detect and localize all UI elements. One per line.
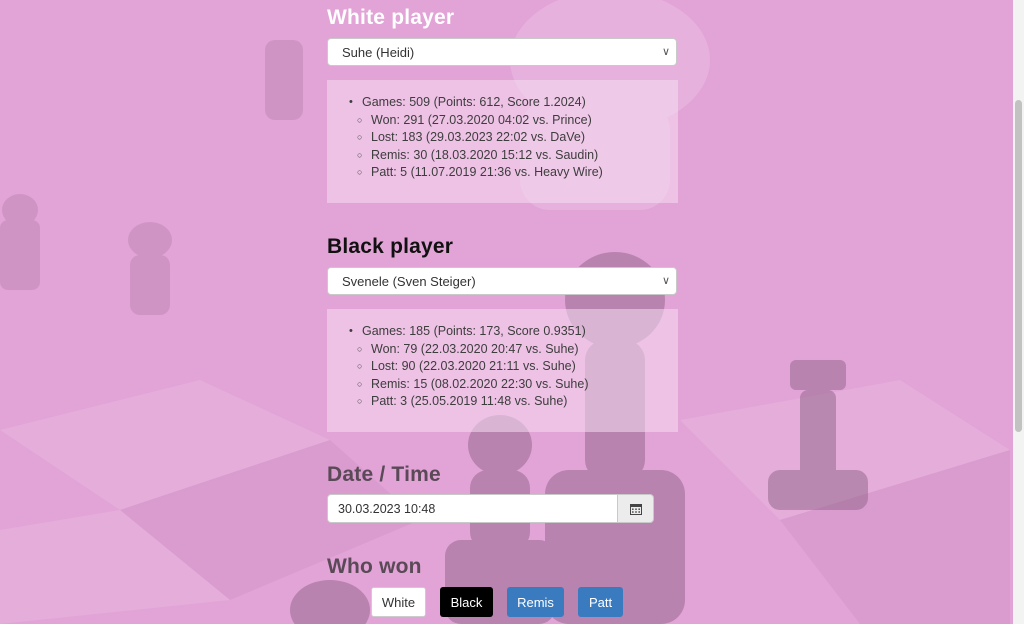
date-time-input[interactable]: 30.03.2023 10:48 — [327, 494, 618, 523]
black-player-stats: Games: 185 (Points: 173, Score 0.9351) W… — [327, 309, 678, 432]
page-scrollbar[interactable] — [1013, 0, 1024, 624]
calendar-button[interactable] — [617, 494, 654, 523]
white-stats-patt: Patt: 5 (11.07.2019 21:36 vs. Heavy Wire… — [349, 164, 678, 182]
black-player-heading: Black player — [327, 235, 454, 258]
white-stats-lost: Lost: 183 (29.03.2023 22:02 vs. DaVe) — [349, 129, 678, 147]
chevron-down-icon: ∨ — [661, 46, 670, 58]
white-player-select[interactable]: Suhe (Heidi) ∨ — [327, 38, 677, 66]
who-won-heading: Who won — [327, 555, 422, 578]
white-won-button[interactable]: White — [371, 587, 426, 617]
black-won-button[interactable]: Black — [440, 587, 493, 617]
white-player-heading: White player — [327, 6, 455, 29]
black-stats-lost: Lost: 90 (22.03.2020 21:11 vs. Suhe) — [349, 358, 678, 376]
date-time-heading: Date / Time — [327, 463, 441, 486]
chevron-down-icon: ∨ — [661, 275, 670, 287]
white-stats-games: Games: 509 (Points: 612, Score 1.2024) — [349, 94, 678, 112]
date-time-group: 30.03.2023 10:48 — [327, 494, 654, 523]
calendar-icon — [629, 503, 642, 515]
patt-button[interactable]: Patt — [578, 587, 623, 617]
black-stats-won: Won: 79 (22.03.2020 20:47 vs. Suhe) — [349, 341, 678, 359]
white-player-stats: Games: 509 (Points: 612, Score 1.2024) W… — [327, 80, 678, 203]
scrollbar-thumb[interactable] — [1015, 100, 1022, 432]
date-time-value: 30.03.2023 10:48 — [338, 501, 436, 516]
black-stats-remis: Remis: 15 (08.02.2020 22:30 vs. Suhe) — [349, 376, 678, 394]
black-stats-games: Games: 185 (Points: 173, Score 0.9351) — [349, 323, 678, 341]
white-player-selected-value: Suhe (Heidi) — [342, 44, 415, 60]
white-stats-remis: Remis: 30 (18.03.2020 15:12 vs. Saudin) — [349, 147, 678, 165]
white-stats-won: Won: 291 (27.03.2020 04:02 vs. Prince) — [349, 112, 678, 130]
black-player-select[interactable]: Svenele (Sven Steiger) ∨ — [327, 267, 677, 295]
black-stats-patt: Patt: 3 (25.05.2019 11:48 vs. Suhe) — [349, 393, 678, 411]
remis-button[interactable]: Remis — [507, 587, 564, 617]
black-player-selected-value: Svenele (Sven Steiger) — [342, 273, 476, 289]
